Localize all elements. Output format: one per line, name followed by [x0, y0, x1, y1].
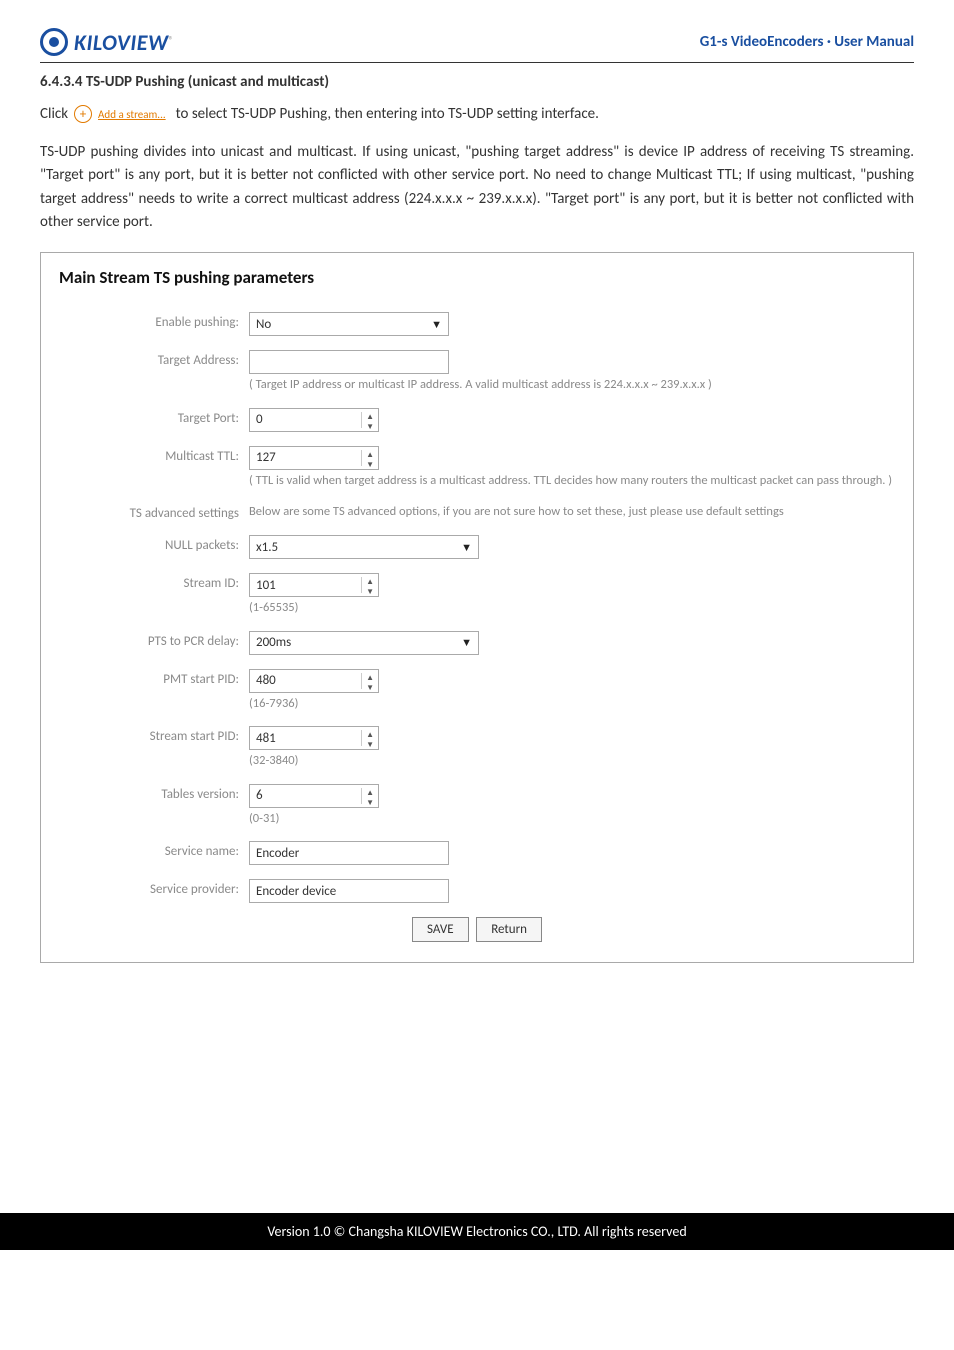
chevron-down-icon: ▼	[431, 318, 442, 331]
spinner-icon[interactable]: ▲▼	[361, 412, 378, 428]
save-button[interactable]: SAVE	[412, 917, 469, 942]
page-footer: Version 1.0 © Changsha KILOVIEW Electron…	[0, 1213, 954, 1250]
stream-start-pid-value: 481	[256, 731, 276, 746]
spinner-icon[interactable]: ▲▼	[361, 673, 378, 689]
null-packets-value: x1.5	[256, 540, 278, 555]
stream-id-range: (1-65535)	[249, 599, 895, 617]
tables-range: (0-31)	[249, 810, 895, 828]
doc-title: G1-s VideoEncoders · User Manual	[700, 33, 914, 51]
label-null-packets: NULL packets:	[59, 535, 249, 553]
service-name-input[interactable]: Encoder	[249, 841, 449, 865]
click-suffix: to select TS-UDP Pushing, then entering …	[176, 105, 599, 123]
enable-pushing-value: No	[256, 317, 271, 332]
target-address-input[interactable]	[249, 350, 449, 374]
label-pmt-start-pid: PMT start PID:	[59, 669, 249, 687]
stream-start-range: (32-3840)	[249, 752, 895, 770]
label-service-provider: Service provider:	[59, 879, 249, 897]
panel-title: Main Stream TS pushing parameters	[59, 267, 895, 288]
stream-id-value: 101	[256, 578, 276, 593]
section-heading: 6.4.3.4 TS-UDP Pushing (unicast and mult…	[40, 73, 914, 91]
pmt-range: (16-7936)	[249, 695, 895, 713]
label-stream-id: Stream ID:	[59, 573, 249, 591]
registered-mark: ®	[168, 33, 173, 46]
spinner-icon[interactable]: ▲▼	[361, 730, 378, 746]
target-port-input[interactable]: 0 ▲▼	[249, 408, 379, 432]
pmt-start-pid-value: 480	[256, 673, 276, 688]
plus-icon: +	[74, 105, 92, 123]
stream-id-input[interactable]: 101 ▲▼	[249, 573, 379, 597]
tables-version-input[interactable]: 6 ▲▼	[249, 784, 379, 808]
button-row: SAVE Return	[59, 917, 895, 942]
chevron-down-icon: ▼	[461, 636, 472, 649]
logo-icon	[40, 28, 68, 56]
label-ts-advanced: TS advanced settings	[59, 503, 249, 521]
enable-pushing-select[interactable]: No ▼	[249, 312, 449, 336]
target-port-value: 0	[256, 412, 263, 427]
ts-advanced-hint: Below are some TS advanced options, if y…	[249, 503, 895, 521]
settings-panel: Main Stream TS pushing parameters Enable…	[40, 252, 914, 963]
spinner-icon[interactable]: ▲▼	[361, 788, 378, 804]
target-address-hint: ( Target IP address or multicast IP addr…	[249, 376, 895, 394]
label-stream-start-pid: Stream start PID:	[59, 726, 249, 744]
label-tables-version: Tables version:	[59, 784, 249, 802]
return-button[interactable]: Return	[476, 917, 542, 942]
spinner-icon[interactable]: ▲▼	[361, 450, 378, 466]
pts-pcr-select[interactable]: 200ms ▼	[249, 631, 479, 655]
label-target-address: Target Address:	[59, 350, 249, 368]
chevron-down-icon: ▼	[461, 541, 472, 554]
add-stream-link: Add a stream...	[98, 108, 166, 121]
service-provider-value: Encoder device	[256, 884, 336, 899]
label-enable-pushing: Enable pushing:	[59, 312, 249, 330]
tables-version-value: 6	[256, 788, 263, 803]
logo-text: KILOVIEW	[74, 29, 168, 56]
page-header: KILOVIEW® G1-s VideoEncoders · User Manu…	[40, 20, 914, 60]
service-name-value: Encoder	[256, 846, 299, 861]
pmt-start-pid-input[interactable]: 480 ▲▼	[249, 669, 379, 693]
null-packets-select[interactable]: x1.5 ▼	[249, 535, 479, 559]
label-service-name: Service name:	[59, 841, 249, 859]
instruction-line: Click + Add a stream... to select TS-UDP…	[40, 105, 914, 123]
spinner-icon[interactable]: ▲▼	[361, 577, 378, 593]
header-separator	[40, 62, 914, 63]
stream-start-pid-input[interactable]: 481 ▲▼	[249, 726, 379, 750]
multicast-ttl-input[interactable]: 127 ▲▼	[249, 446, 379, 470]
label-multicast-ttl: Multicast TTL:	[59, 446, 249, 464]
pts-pcr-value: 200ms	[256, 635, 291, 650]
label-pts-pcr: PTS to PCR delay:	[59, 631, 249, 649]
click-prefix: Click	[40, 105, 68, 123]
multicast-ttl-value: 127	[256, 450, 276, 465]
label-target-port: Target Port:	[59, 408, 249, 426]
description-paragraph: TS-UDP pushing divides into unicast and …	[40, 141, 914, 234]
service-provider-input[interactable]: Encoder device	[249, 879, 449, 903]
logo: KILOVIEW®	[40, 28, 174, 56]
multicast-ttl-hint: ( TTL is valid when target address is a …	[249, 472, 895, 490]
